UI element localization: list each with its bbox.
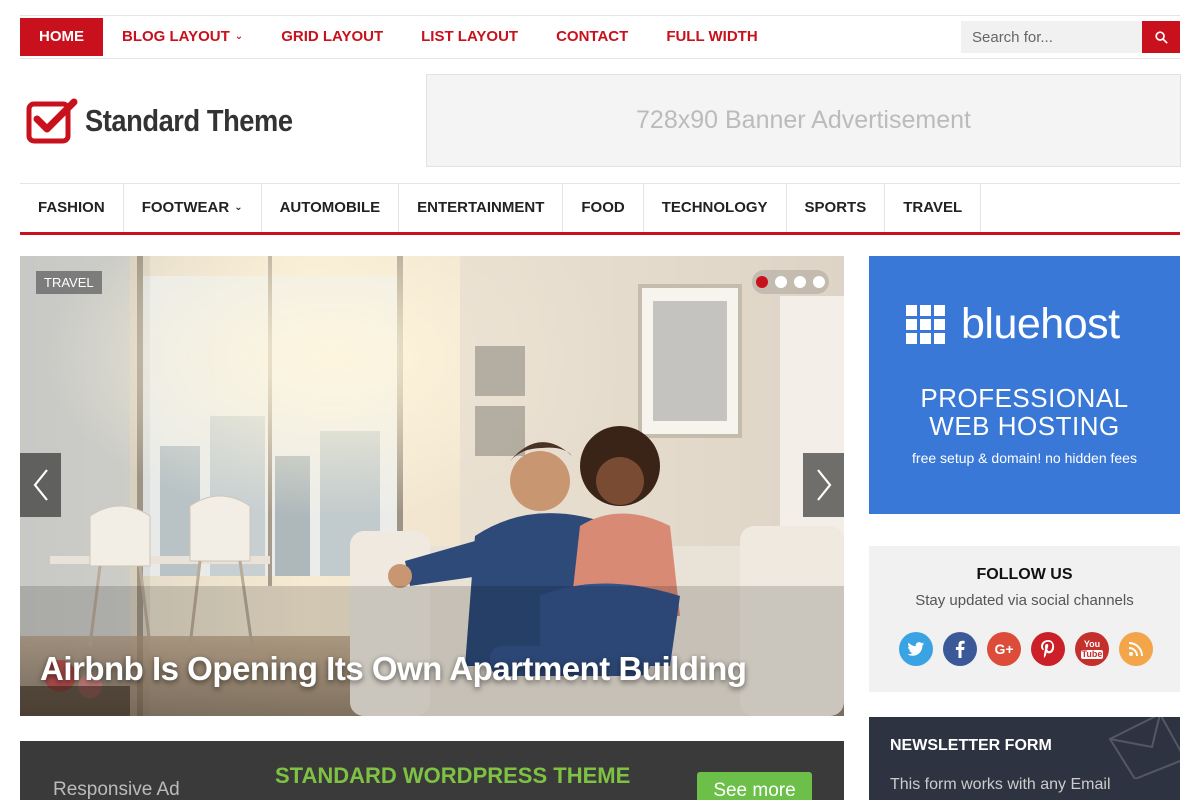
follow-title: FOLLOW US xyxy=(976,566,1073,583)
bluehost-brand: bluehost xyxy=(961,300,1120,348)
bluehost-ad[interactable]: bluehost PROFESSIONAL WEB HOSTING free s… xyxy=(869,256,1180,514)
google-plus-icon[interactable]: G+ xyxy=(987,632,1021,666)
slider-dot-4[interactable] xyxy=(813,276,825,288)
top-nav-grid-layout[interactable]: GRID LAYOUT xyxy=(262,18,402,56)
slide-image[interactable] xyxy=(20,256,844,716)
cat-automobile[interactable]: AUTOMOBILE xyxy=(262,184,400,232)
cat-food-label: FOOD xyxy=(581,199,625,216)
bluehost-logo: bluehost xyxy=(906,300,1120,349)
cat-footwear[interactable]: FOOTWEAR ⌄ xyxy=(124,184,262,232)
site-title: Standard Theme xyxy=(85,103,293,138)
ad-left-text: Responsive Ad xyxy=(53,779,180,800)
search-form xyxy=(961,21,1180,53)
top-nav-list-layout[interactable]: LIST LAYOUT xyxy=(402,18,537,56)
cat-technology[interactable]: TECHNOLOGY xyxy=(644,184,787,232)
rss-icon[interactable] xyxy=(1119,632,1153,666)
top-nav-home[interactable]: HOME xyxy=(20,18,103,56)
cat-travel[interactable]: TRAVEL xyxy=(885,184,982,232)
top-nav-full-width-label: FULL WIDTH xyxy=(666,28,758,45)
featured-slider: TRAVEL Airbnb Is Opening Its Own Apartme… xyxy=(20,256,844,716)
follow-us-widget: FOLLOW US Stay updated via social channe… xyxy=(869,546,1180,692)
top-nav-full-width[interactable]: FULL WIDTH xyxy=(647,18,776,56)
banner-advertisement[interactable]: 728x90 Banner Advertisement xyxy=(426,74,1181,167)
top-nav-contact[interactable]: CONTACT xyxy=(537,18,647,56)
cat-entertainment[interactable]: ENTERTAINMENT xyxy=(399,184,564,232)
chevron-left-icon xyxy=(33,469,48,501)
envelope-icon xyxy=(1108,717,1180,779)
facebook-icon[interactable] xyxy=(943,632,977,666)
cat-sports[interactable]: SPORTS xyxy=(787,184,886,232)
chevron-right-icon xyxy=(816,469,831,501)
site-logo[interactable]: Standard Theme xyxy=(26,97,321,145)
bluehost-subtext: free setup & domain! no hidden fees xyxy=(912,450,1137,466)
search-button[interactable] xyxy=(1142,21,1180,53)
chevron-down-icon: ⌄ xyxy=(234,31,244,43)
social-icons: G+ You Tube xyxy=(899,632,1153,666)
slider-dot-2[interactable] xyxy=(775,276,787,288)
cat-footwear-label: FOOTWEAR xyxy=(141,199,230,216)
bluehost-headline-line1: PROFESSIONAL xyxy=(920,383,1129,413)
twitter-icon[interactable] xyxy=(899,632,933,666)
cat-sports-label: SPORTS xyxy=(804,199,867,216)
cat-automobile-label: AUTOMOBILE xyxy=(279,199,381,216)
top-nav-grid-layout-label: GRID LAYOUT xyxy=(281,28,384,45)
top-nav-menu: HOME BLOG LAYOUT ⌄ GRID LAYOUT LIST LAYOU… xyxy=(20,18,777,56)
top-nav-contact-label: CONTACT xyxy=(556,28,629,45)
follow-subtitle: Stay updated via social channels xyxy=(915,592,1134,609)
chevron-down-icon: ⌄ xyxy=(234,202,243,214)
newsletter-widget: NEWSLETTER FORM This form works with any… xyxy=(869,717,1180,800)
bluehost-headline: PROFESSIONAL WEB HOSTING xyxy=(869,384,1180,440)
slider-dot-1[interactable] xyxy=(756,276,768,288)
slide-category-tag[interactable]: TRAVEL xyxy=(36,271,102,294)
cat-fashion[interactable]: FASHION xyxy=(20,184,124,232)
slider-pagination xyxy=(752,270,829,294)
slider-dot-3[interactable] xyxy=(794,276,806,288)
ad-headline: STANDARD WORDPRESS THEME xyxy=(275,763,631,788)
youtube-icon[interactable]: You Tube xyxy=(1075,632,1109,666)
cat-entertainment-label: ENTERTAINMENT xyxy=(417,199,545,216)
slider-prev-button[interactable] xyxy=(20,453,61,517)
pinterest-icon[interactable] xyxy=(1031,632,1065,666)
slider-next-button[interactable] xyxy=(803,453,844,517)
top-nav-home-label: HOME xyxy=(39,28,84,45)
responsive-ad-strip[interactable]: Responsive Ad STANDARD WORDPRESS THEME S… xyxy=(20,741,844,800)
see-more-button[interactable]: See more xyxy=(697,772,812,800)
top-navigation-bar: HOME BLOG LAYOUT ⌄ GRID LAYOUT LIST LAYOU… xyxy=(20,15,1180,59)
newsletter-text: This form works with any Email xyxy=(890,776,1111,793)
top-nav-blog-layout[interactable]: BLOG LAYOUT ⌄ xyxy=(103,18,262,56)
cat-technology-label: TECHNOLOGY xyxy=(661,199,768,216)
cat-food[interactable]: FOOD xyxy=(563,184,644,232)
banner-text: 728x90 Banner Advertisement xyxy=(636,106,971,134)
slide-title[interactable]: Airbnb Is Opening Its Own Apartment Buil… xyxy=(40,650,747,688)
bluehost-headline-line2: WEB HOSTING xyxy=(929,411,1120,441)
top-nav-list-layout-label: LIST LAYOUT xyxy=(421,28,519,45)
category-navigation: FASHION FOOTWEAR ⌄ AUTOMOBILE ENTERTAINME… xyxy=(20,183,1180,235)
bluehost-grid-icon xyxy=(906,305,945,344)
cat-fashion-label: FASHION xyxy=(38,199,105,216)
search-icon xyxy=(1154,30,1168,44)
cat-travel-label: TRAVEL xyxy=(903,199,963,216)
top-nav-blog-layout-label: BLOG LAYOUT xyxy=(122,28,230,45)
search-input[interactable] xyxy=(961,21,1142,53)
newsletter-title: NEWSLETTER FORM xyxy=(890,737,1052,754)
checkmark-box-icon xyxy=(26,97,78,145)
